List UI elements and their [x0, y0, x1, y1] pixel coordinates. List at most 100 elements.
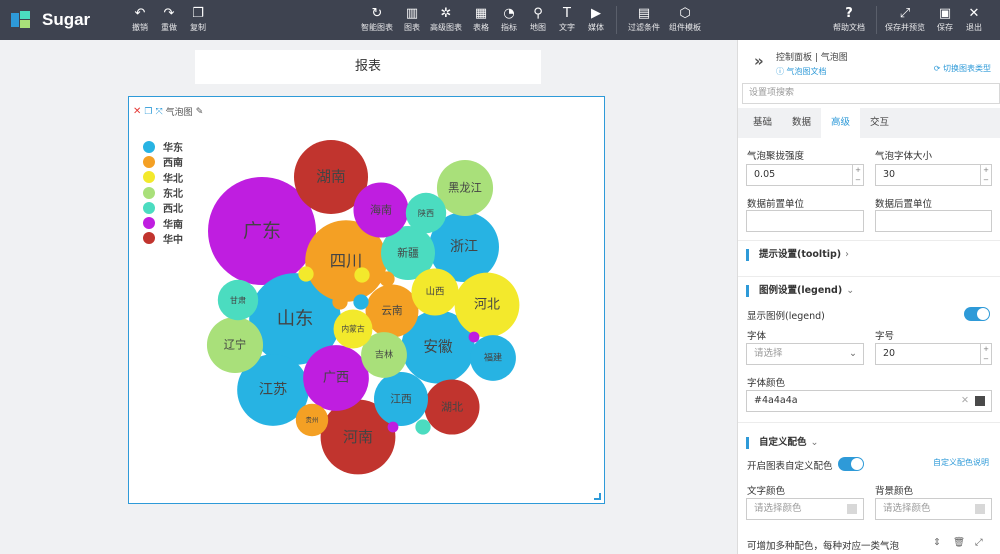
- undo-icon: ↶: [134, 6, 146, 21]
- redo-icon: ↷: [163, 6, 175, 21]
- bubble-label: 广西: [323, 370, 349, 386]
- bubble[interactable]: [354, 267, 370, 283]
- number-stepper[interactable]: + −: [980, 165, 991, 185]
- suffix-unit-label: 数据后置单位: [875, 199, 933, 210]
- media-play-icon: ▶: [591, 6, 601, 21]
- bubble[interactable]: [353, 294, 369, 310]
- media-button[interactable]: ▶ 媒体: [585, 5, 607, 37]
- settings-search-input[interactable]: 设置项搜索: [742, 83, 1000, 104]
- font-size-label: 字号: [875, 331, 895, 342]
- multi-color-hint: 可增加多种配色，每种对应一类气泡: [747, 541, 900, 552]
- bubble-chart-widget[interactable]: ✕ ❐ ⤧ 气泡图 ✎ 华东 西南 华北 东北 西北 华南 华中 广东 山东 河南 四川 湖南 安徽浙…: [128, 96, 605, 504]
- bubble-label: 广东: [243, 220, 281, 242]
- bubble-label: 甘肃: [230, 295, 246, 305]
- trash-icon[interactable]: 🗑: [953, 537, 965, 548]
- copy-button[interactable]: ❐ 复制: [186, 5, 210, 37]
- bubble[interactable]: [332, 294, 348, 310]
- bubble-label: 吉林: [375, 349, 393, 361]
- bubble[interactable]: [387, 421, 399, 433]
- section-divider: [738, 422, 1000, 423]
- refresh-icon: ⟳: [933, 64, 943, 73]
- bubble-font-size-input[interactable]: 30 + −: [875, 164, 992, 186]
- font-color-input[interactable]: #4a4a4a ✕: [746, 390, 992, 412]
- number-stepper[interactable]: + −: [980, 344, 991, 364]
- color-swatch[interactable]: [975, 396, 985, 406]
- close-icon: ✕: [968, 6, 980, 21]
- undo-button[interactable]: ↶ 撤销: [128, 5, 152, 37]
- tab-data[interactable]: 数据: [782, 108, 821, 138]
- bubble[interactable]: [468, 331, 480, 343]
- control-panel: » 控制面板 | 气泡图 ⓘ 气泡图文档 ⟳ 切换图表类型 设置项搜索 基础 数…: [737, 40, 1000, 554]
- save-button[interactable]: ▣ 保存: [934, 5, 956, 37]
- custom-color-toggle[interactable]: [838, 457, 864, 471]
- gauge-icon: ◔: [503, 6, 515, 21]
- number-stepper[interactable]: + −: [852, 165, 863, 185]
- filter-icon: ▤: [637, 6, 651, 21]
- help-button[interactable]: ? 帮助文档: [831, 5, 867, 37]
- report-title[interactable]: 报表: [195, 50, 541, 84]
- bubble-plot: 广东山东河南 四川 湖南安徽 浙江江苏 河北广西湖北 辽宁 黑龙江新疆 海南江西 云南福建 吉林 山…: [206, 139, 520, 475]
- custom-color-help-link[interactable]: 自定义配色说明: [933, 457, 989, 468]
- show-legend-label: 显示图例(legend): [747, 311, 825, 322]
- clear-icon[interactable]: ✕: [961, 391, 969, 411]
- map-pin-icon: ⚲: [533, 6, 543, 21]
- collapse-panel-icon[interactable]: »: [754, 52, 764, 70]
- font-select[interactable]: 请选择 ⌄: [746, 343, 864, 365]
- bubble[interactable]: [415, 419, 431, 435]
- expand-icon[interactable]: ⤢: [975, 537, 983, 548]
- bubble-label: 浙江: [450, 239, 478, 255]
- section-divider: [738, 240, 1000, 241]
- map-button[interactable]: ⚲ 地图: [527, 5, 549, 37]
- advanced-chart-button[interactable]: ✲ 高级图表: [428, 5, 464, 37]
- help-icon: ?: [845, 6, 853, 21]
- bubble[interactable]: [298, 266, 314, 282]
- panel-tabs: 基础 数据 高级 交互: [738, 108, 1000, 138]
- suffix-unit-input[interactable]: [875, 210, 992, 232]
- bubble-label: 湖南: [316, 169, 346, 186]
- tooltip-section-header[interactable]: 提示设置(tooltip) ›: [746, 249, 849, 261]
- bubble-label: 海南: [370, 203, 392, 217]
- bubble-label: 山西: [426, 287, 445, 298]
- enable-custom-color-label: 开启图表自定义配色: [747, 461, 833, 472]
- color-swatch[interactable]: [847, 504, 857, 514]
- redo-button[interactable]: ↷ 重做: [157, 5, 181, 37]
- custom-color-section-header[interactable]: 自定义配色 ⌄: [746, 437, 818, 449]
- sort-icon[interactable]: ⇕: [933, 537, 941, 548]
- tab-basic[interactable]: 基础: [743, 108, 782, 138]
- help-circle-icon: ⓘ: [776, 67, 787, 76]
- bubble-label: 江西: [390, 393, 412, 406]
- font-label: 字体: [747, 331, 767, 342]
- tab-interaction[interactable]: 交互: [860, 108, 899, 138]
- smart-chart-button[interactable]: ↻ 智能图表: [358, 5, 396, 37]
- bubble[interactable]: [379, 271, 395, 287]
- prefix-unit-input[interactable]: [746, 210, 864, 232]
- bubble-label: 江苏: [259, 381, 288, 398]
- chart-button[interactable]: ▥ 图表: [400, 5, 424, 37]
- table-button[interactable]: ▦ 表格: [470, 5, 492, 37]
- toggle-knob: [851, 458, 863, 470]
- color-swatch[interactable]: [975, 504, 985, 514]
- resize-handle[interactable]: [594, 493, 601, 500]
- font-size-input[interactable]: 20 + −: [875, 343, 992, 365]
- bubble-label: 山东: [277, 309, 314, 330]
- smart-chart-icon: ↻: [371, 6, 383, 21]
- switch-chart-type-link[interactable]: ⟳ 切换图表类型: [934, 63, 991, 74]
- exit-button[interactable]: ✕ 退出: [963, 5, 985, 37]
- indicator-button[interactable]: ◔ 指标: [498, 5, 520, 37]
- text-button[interactable]: T 文字: [556, 5, 578, 37]
- text-icon: T: [563, 6, 571, 21]
- bubble-gather-input[interactable]: 0.05 + −: [746, 164, 864, 186]
- tab-advanced[interactable]: 高级: [821, 108, 861, 138]
- prefix-unit-label: 数据前置单位: [747, 199, 805, 210]
- chevron-down-icon: ⌄: [810, 437, 819, 448]
- legend-section-header[interactable]: 图例设置(legend) ⌄: [746, 285, 854, 297]
- filter-button[interactable]: ▤ 过滤条件: [625, 5, 663, 37]
- save-preview-button[interactable]: ⤢ 保存并预览: [882, 5, 928, 37]
- bubble-label: 安徽: [423, 339, 453, 356]
- bubble-doc-link[interactable]: ⓘ 气泡图文档: [776, 66, 827, 77]
- show-legend-toggle[interactable]: [964, 307, 990, 321]
- component-template-button[interactable]: ⬡ 组件模板: [667, 5, 703, 37]
- background-color-picker[interactable]: 请选择颜色: [875, 498, 992, 520]
- chevron-down-icon: ⌄: [849, 348, 857, 359]
- text-color-picker[interactable]: 请选择颜色: [746, 498, 864, 520]
